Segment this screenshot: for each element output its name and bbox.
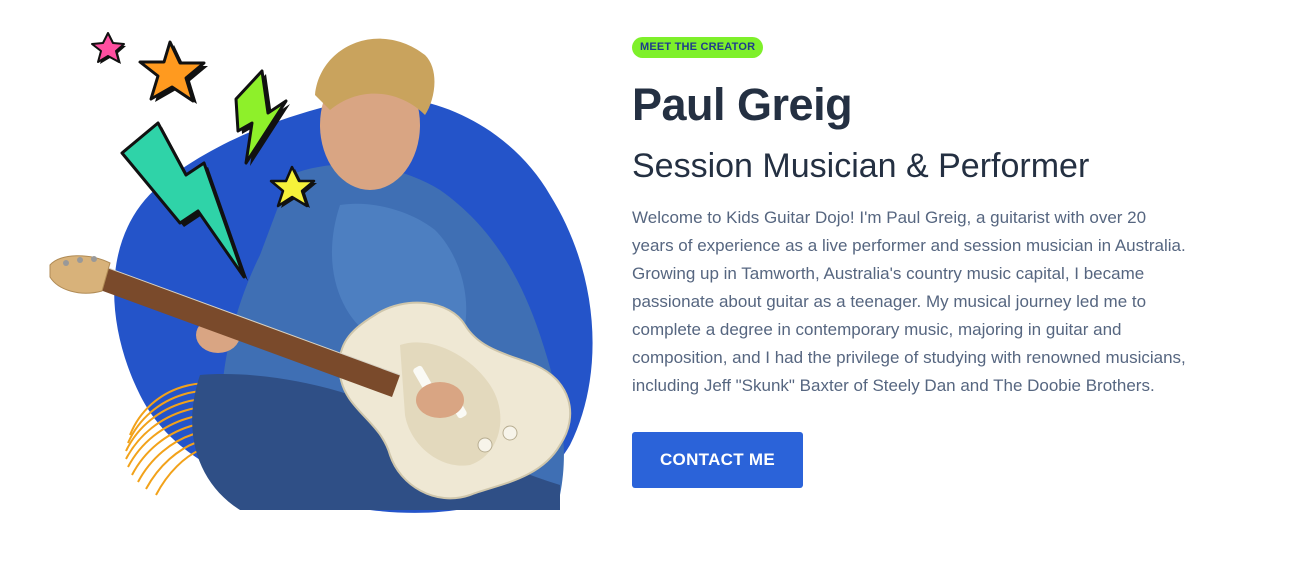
- creator-bio: Welcome to Kids Guitar Dojo! I'm Paul Gr…: [632, 208, 1186, 395]
- meet-the-creator-badge: MEET THE CREATOR: [632, 37, 764, 58]
- contact-me-button[interactable]: CONTACT ME: [632, 432, 803, 488]
- creator-info: MEET THE CREATOR Paul Greig Session Musi…: [632, 37, 1202, 488]
- pink-star-icon: [91, 32, 126, 64]
- creator-name: Paul Greig: [632, 79, 853, 130]
- creator-section: MEET THE CREATOR Paul Greig Session Musi…: [0, 0, 1301, 581]
- creator-illustration: [40, 15, 610, 525]
- orange-star-icon: [138, 40, 208, 104]
- creator-role: Session Musician & Performer: [632, 147, 1090, 185]
